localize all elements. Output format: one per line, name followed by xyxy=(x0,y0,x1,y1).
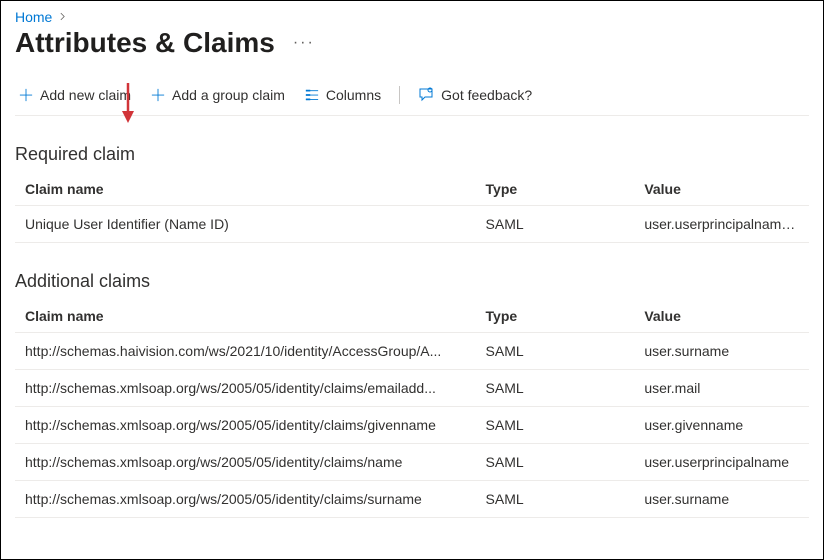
columns-button[interactable]: Columns xyxy=(301,85,385,105)
additional-claims-heading: Additional claims xyxy=(15,271,809,292)
add-new-claim-button[interactable]: Add new claim xyxy=(15,85,135,105)
cell-value: user.userprincipalname [... xyxy=(634,206,809,243)
required-claim-heading: Required claim xyxy=(15,144,809,165)
cell-name: http://schemas.xmlsoap.org/ws/2005/05/id… xyxy=(15,444,476,481)
columns-icon xyxy=(305,88,319,102)
page-title: Attributes & Claims xyxy=(15,27,275,59)
additional-claims-table: Claim name Type Value http://schemas.hai… xyxy=(15,300,809,518)
feedback-icon xyxy=(418,87,434,103)
toolbar-separator xyxy=(399,86,400,104)
toolbar: Add new claim Add a group claim Columns … xyxy=(15,79,809,116)
cell-name: http://schemas.haivision.com/ws/2021/10/… xyxy=(15,333,476,370)
cell-type: SAML xyxy=(476,370,635,407)
cell-value: user.surname xyxy=(634,333,809,370)
cell-type: SAML xyxy=(476,481,635,518)
table-row[interactable]: http://schemas.xmlsoap.org/ws/2005/05/id… xyxy=(15,444,809,481)
more-actions-button[interactable]: ··· xyxy=(293,34,315,52)
breadcrumb-home[interactable]: Home xyxy=(15,9,52,25)
toolbar-label: Got feedback? xyxy=(441,87,532,103)
table-row[interactable]: http://schemas.haivision.com/ws/2021/10/… xyxy=(15,333,809,370)
col-header-type[interactable]: Type xyxy=(476,300,635,333)
cell-type: SAML xyxy=(476,333,635,370)
cell-name: Unique User Identifier (Name ID) xyxy=(15,206,476,243)
cell-name: http://schemas.xmlsoap.org/ws/2005/05/id… xyxy=(15,481,476,518)
col-header-value[interactable]: Value xyxy=(634,173,809,206)
toolbar-label: Add new claim xyxy=(40,87,131,103)
chevron-right-icon xyxy=(58,10,67,24)
cell-name: http://schemas.xmlsoap.org/ws/2005/05/id… xyxy=(15,407,476,444)
table-row[interactable]: http://schemas.xmlsoap.org/ws/2005/05/id… xyxy=(15,407,809,444)
plus-icon xyxy=(151,88,165,102)
col-header-claim-name[interactable]: Claim name xyxy=(15,173,476,206)
table-row[interactable]: http://schemas.xmlsoap.org/ws/2005/05/id… xyxy=(15,481,809,518)
cell-name: http://schemas.xmlsoap.org/ws/2005/05/id… xyxy=(15,370,476,407)
cell-value: user.surname xyxy=(634,481,809,518)
cell-value: user.userprincipalname xyxy=(634,444,809,481)
cell-value: user.givenname xyxy=(634,407,809,444)
cell-type: SAML xyxy=(476,206,635,243)
table-row[interactable]: http://schemas.xmlsoap.org/ws/2005/05/id… xyxy=(15,370,809,407)
toolbar-label: Columns xyxy=(326,87,381,103)
table-row[interactable]: Unique User Identifier (Name ID)SAMLuser… xyxy=(15,206,809,243)
add-group-claim-button[interactable]: Add a group claim xyxy=(147,85,289,105)
required-claims-table: Claim name Type Value Unique User Identi… xyxy=(15,173,809,243)
col-header-claim-name[interactable]: Claim name xyxy=(15,300,476,333)
plus-icon xyxy=(19,88,33,102)
toolbar-label: Add a group claim xyxy=(172,87,285,103)
col-header-type[interactable]: Type xyxy=(476,173,635,206)
cell-value: user.mail xyxy=(634,370,809,407)
col-header-value[interactable]: Value xyxy=(634,300,809,333)
cell-type: SAML xyxy=(476,444,635,481)
cell-type: SAML xyxy=(476,407,635,444)
feedback-button[interactable]: Got feedback? xyxy=(414,85,536,105)
breadcrumb: Home xyxy=(15,9,809,25)
